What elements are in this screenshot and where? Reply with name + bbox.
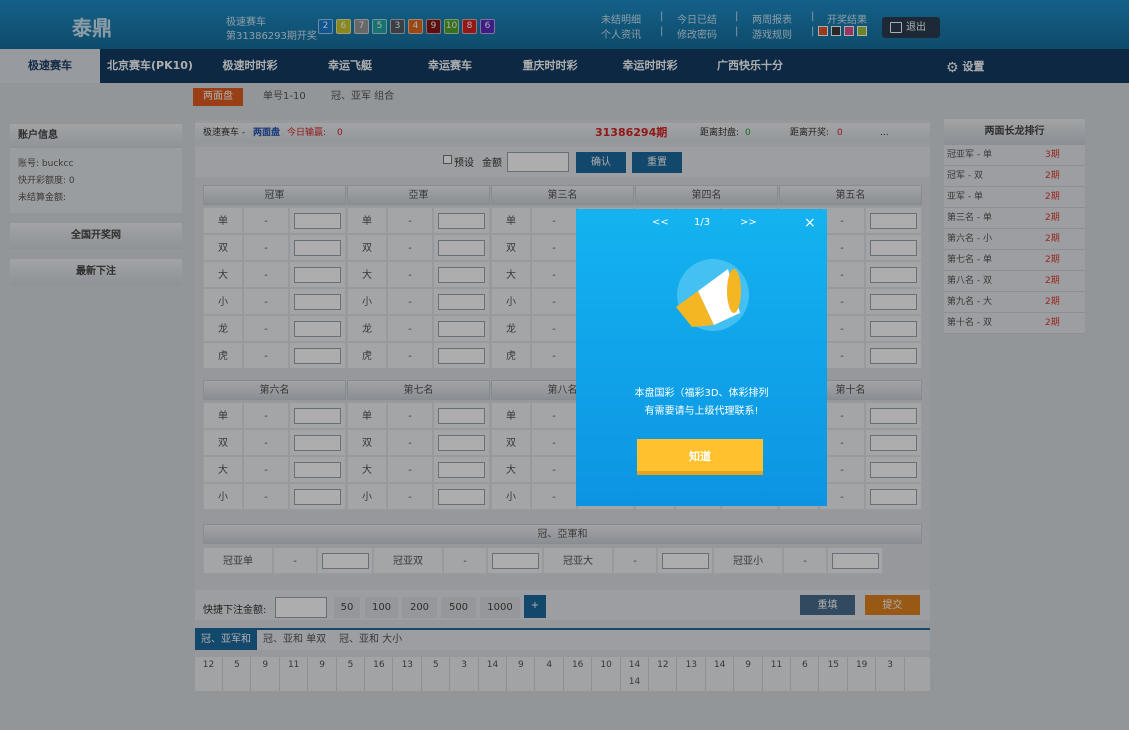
notice-modal: << 1/3 >> × 本盘国彩（福彩3D、体彩排列 有需要请与上级代理联系! … xyxy=(576,209,827,506)
modal-ok-button[interactable]: 知道 xyxy=(637,439,763,475)
close-icon[interactable]: × xyxy=(804,216,816,230)
modal-next-button[interactable]: >> xyxy=(740,217,757,228)
modal-message-line2: 有需要请与上级代理联系! xyxy=(644,406,759,417)
megaphone-icon xyxy=(676,259,749,331)
modal-page-indicator: 1/3 xyxy=(694,217,711,228)
modal-message-line1: 本盘国彩（福彩3D、体彩排列 xyxy=(634,388,769,399)
modal-prev-button[interactable]: << xyxy=(652,217,669,228)
modal-overlay[interactable] xyxy=(0,0,1129,730)
